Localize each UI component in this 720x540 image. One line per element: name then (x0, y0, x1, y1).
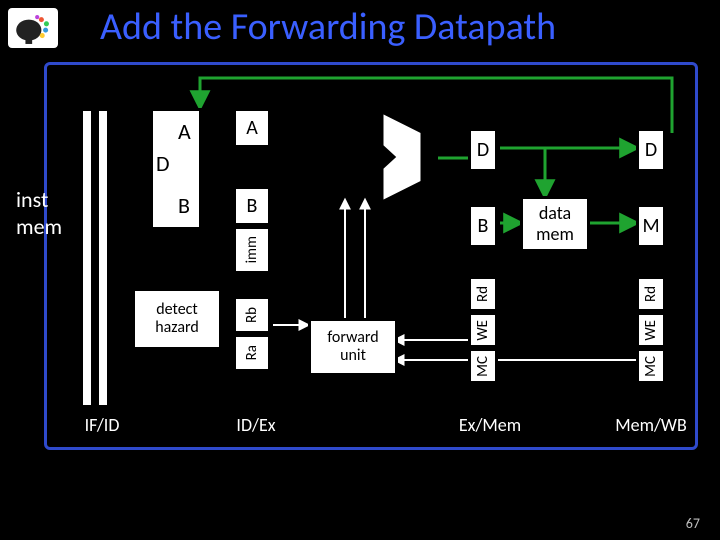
idex-imm-label: imm (243, 236, 261, 263)
idex-A: A (233, 108, 271, 148)
exmem-D: D (468, 128, 498, 172)
exmem-MC-label: MC (474, 356, 492, 377)
detect-hazard-l1: detect (156, 300, 198, 319)
exmem-B-label: B (478, 214, 489, 238)
memwb-WE-label: WE (642, 320, 660, 341)
regfile-port-B: B (178, 192, 190, 219)
exmem-Rd: Rd (468, 276, 498, 312)
exmem-MC: MC (468, 348, 498, 384)
memwb-Rd-label: Rd (642, 286, 660, 302)
idex-B-label: B (247, 194, 258, 218)
forward-unit-box: forward unit (308, 318, 398, 376)
exmem-WE: WE (468, 312, 498, 348)
exmem-Rd-label: Rd (474, 286, 492, 302)
memwb-M-label: M (642, 214, 659, 238)
memwb-D: D (636, 128, 666, 172)
detect-hazard-box: detect hazard (132, 288, 222, 350)
idex-Rb-label: Rb (243, 307, 261, 323)
memwb-WE: WE (636, 312, 666, 348)
idex-B: B (233, 186, 271, 226)
memwb-D-label: D (645, 138, 657, 162)
page-title: Add the Forwarding Datapath (100, 4, 556, 50)
alu-shape (380, 110, 442, 205)
idex-Ra-label: Ra (243, 345, 261, 360)
memwb-MC-label: MC (642, 356, 660, 377)
memwb-M: M (636, 204, 666, 248)
inst-mem-line2: mem (16, 213, 62, 240)
pipeline-border (44, 62, 698, 450)
stage-exmem: Ex/Mem (450, 414, 530, 436)
inst-mem-label: inst mem (16, 186, 62, 240)
idex-imm: imm (233, 226, 271, 274)
detect-hazard-l2: hazard (155, 318, 199, 337)
idex-A-label: A (246, 116, 258, 140)
idex-Ra: Ra (233, 334, 271, 372)
data-mem-box: data mem (520, 196, 590, 252)
forward-unit-l2: unit (340, 346, 366, 365)
regfile-port-A: A (178, 118, 191, 145)
memwb-MC: MC (636, 348, 666, 384)
idex-Rb: Rb (233, 296, 271, 334)
stage-idex: ID/Ex (226, 414, 286, 436)
data-mem-l2: mem (536, 223, 574, 245)
stage-ifid: IF/ID (72, 414, 132, 436)
memwb-Rd: Rd (636, 276, 666, 312)
regfile-port-D: D (156, 150, 170, 177)
inst-mem-line1: inst (16, 186, 48, 213)
stage-memwb: Mem/WB (606, 414, 696, 436)
ifid-reg-bar1 (80, 108, 94, 408)
page-number: 67 (686, 515, 700, 532)
ifid-reg-bar2 (96, 108, 110, 408)
exmem-B: B (468, 204, 498, 248)
forward-unit-l1: forward (327, 328, 378, 347)
brain-icon (8, 8, 58, 48)
data-mem-l1: data (539, 202, 571, 224)
exmem-D-label: D (477, 138, 489, 162)
exmem-WE-label: WE (474, 320, 492, 341)
